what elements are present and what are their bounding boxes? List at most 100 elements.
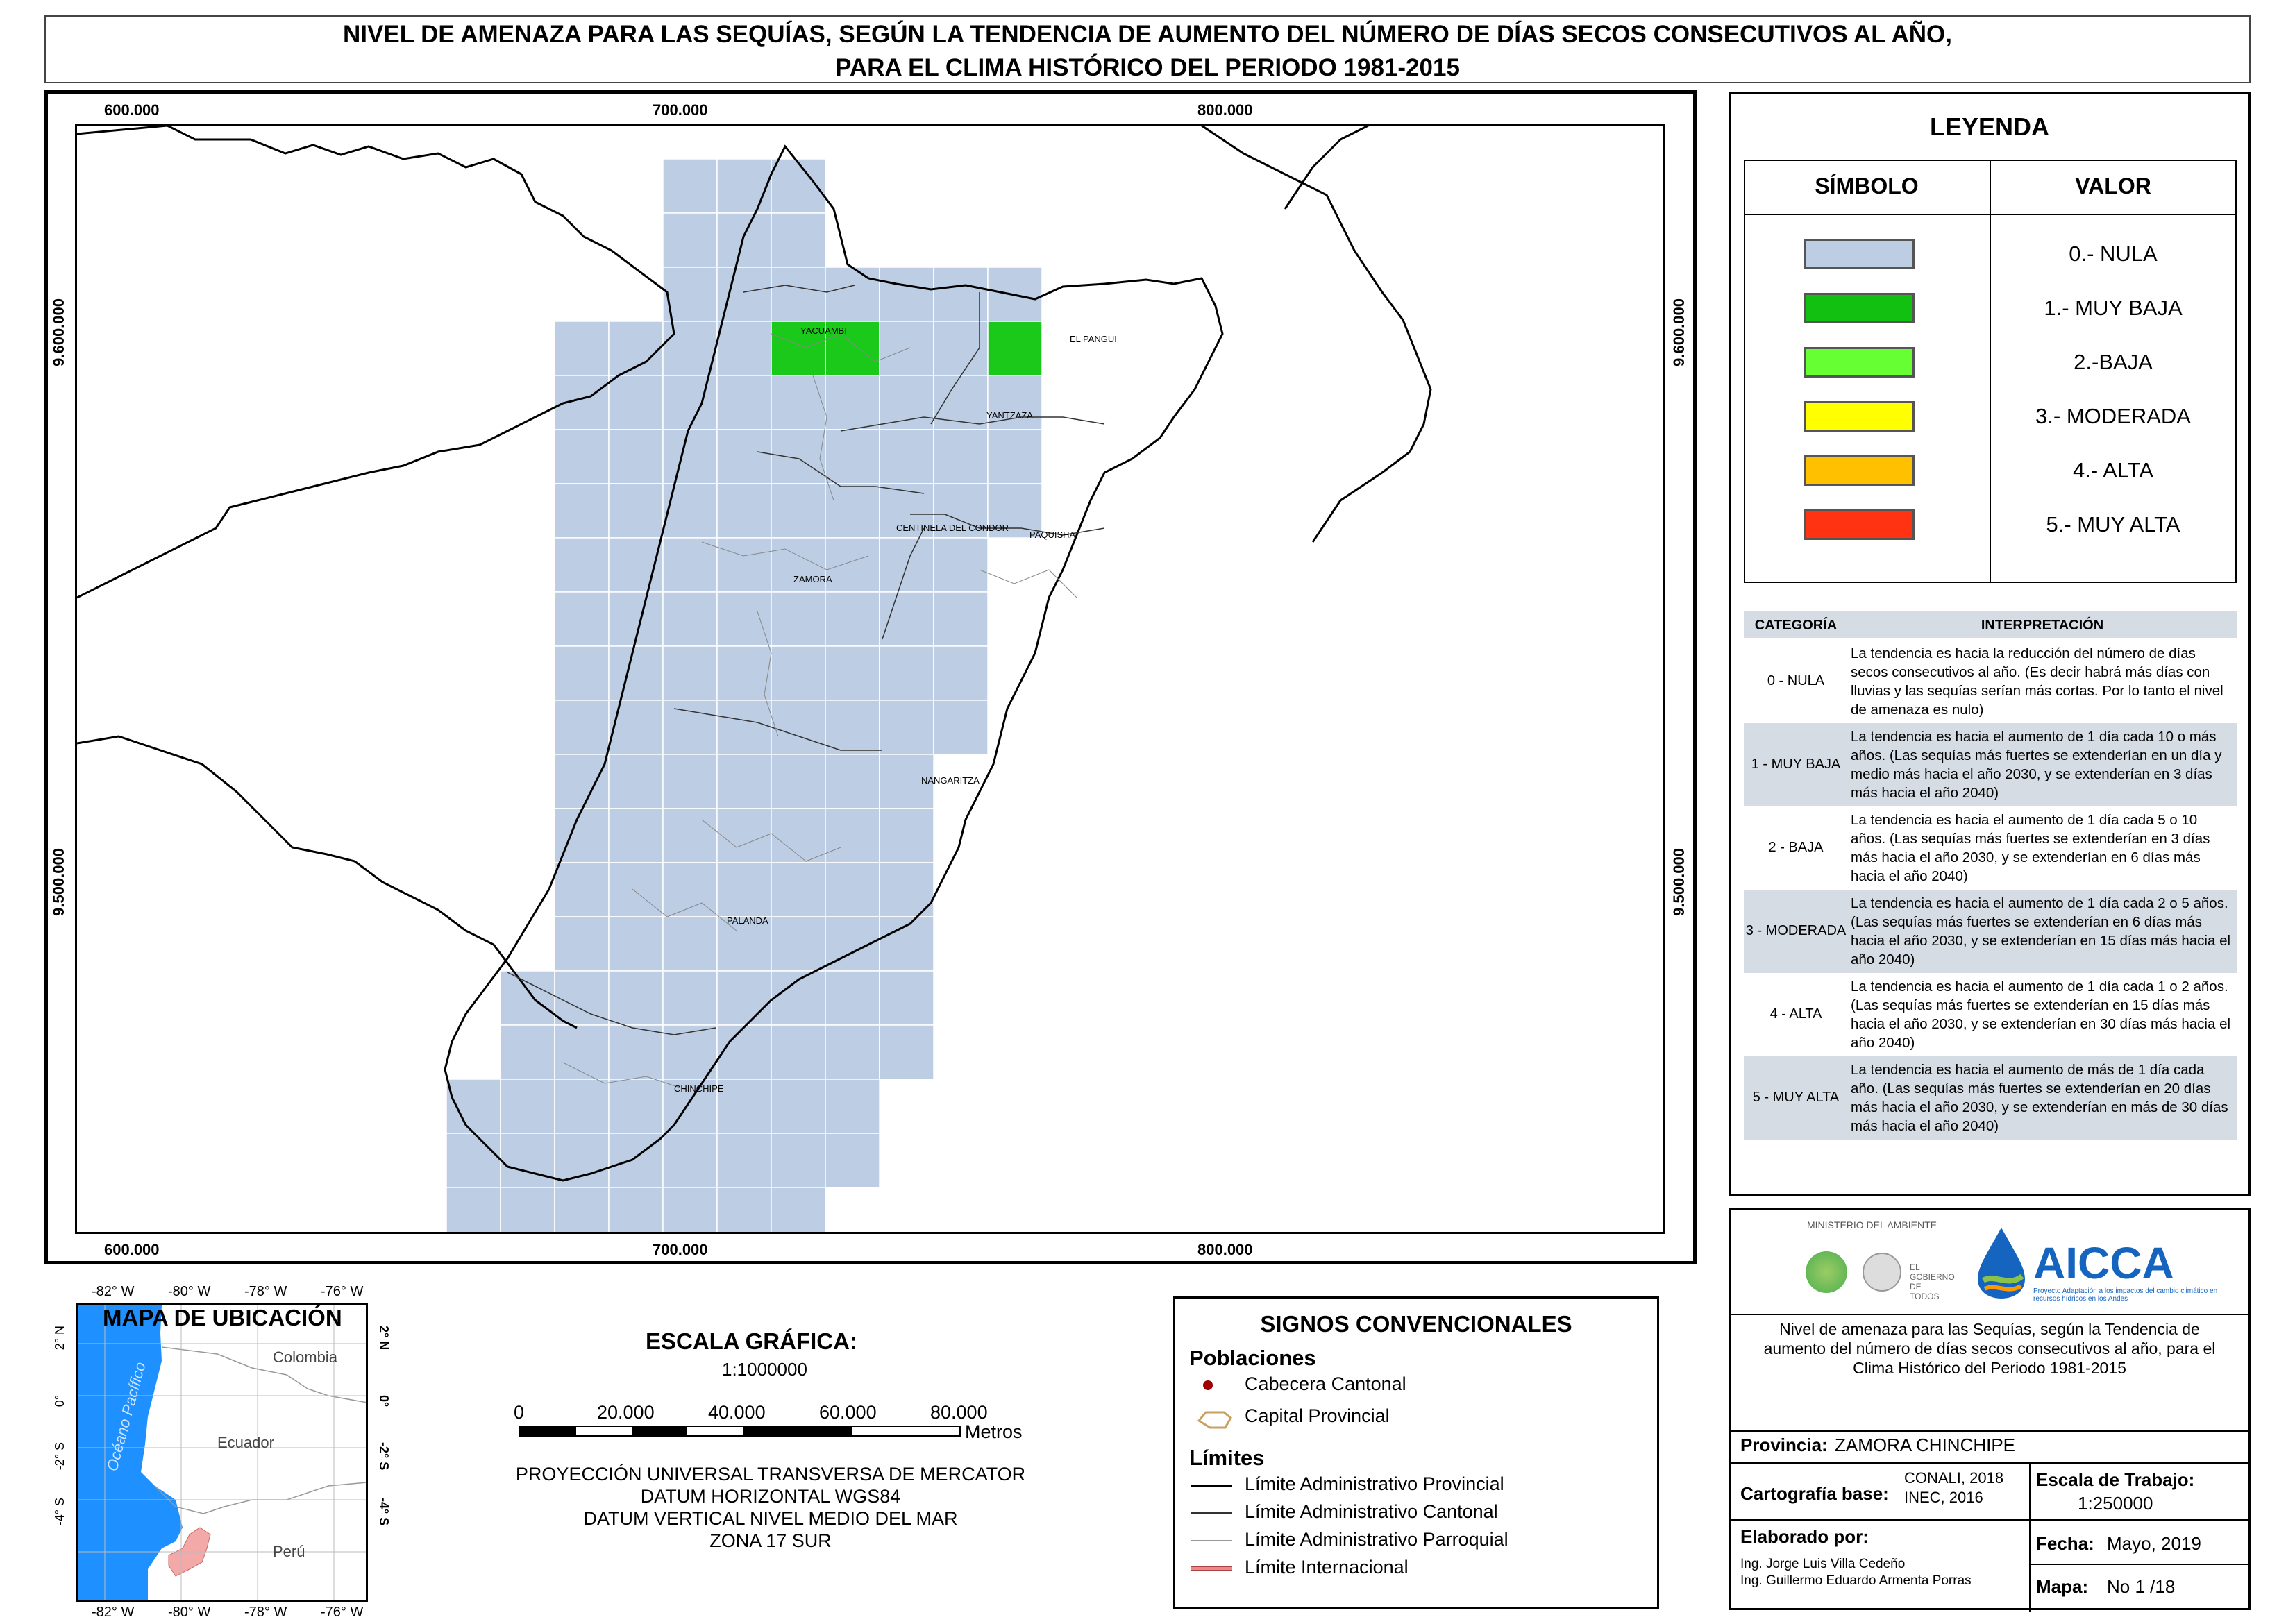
grid-cell-nula [825,1079,880,1134]
map-canvas[interactable]: YACUAMBI EL PANGUI YANTZAZA CENTINELA DE… [75,124,1665,1234]
grid-cell-nula [716,1079,772,1134]
info-divider-5 [2029,1564,2248,1565]
info-divider-4 [1731,1519,2248,1521]
grid-cell-nula [554,1187,610,1232]
grid-cell-nula [825,1133,880,1188]
grid-cell-nula [716,862,772,917]
grid-cell-nula [446,1187,501,1232]
grid-cell-nula [879,591,934,647]
loc-top-tick-4: -76° W [321,1284,364,1299]
grid-cell-nula [608,1024,664,1080]
interp-header-row: CATEGORÍA INTERPRETACIÓN [1744,611,2237,638]
country-ecuador: Ecuador [217,1434,274,1451]
scale-ratio: 1:1000000 [722,1359,807,1380]
legend-swatch-alta [1804,455,1915,486]
interp-row: 2 - BAJA La tendencia es hacia el aumento… [1744,806,2237,890]
label-chinchipe: CHINCHIPE [674,1083,724,1094]
grid-cell-nula [825,375,880,430]
autor-2: Ing. Guillermo Eduardo Armenta Porras [1740,1573,1972,1588]
ministry-label: MINISTERIO DEL AMBIENTE [1807,1219,1937,1230]
location-map-svg: Océano Pacífico Colombia Ecuador Perú [78,1305,366,1600]
grid-cell-nula [554,916,610,972]
grid-cell-nula [771,1187,826,1232]
scale-label-80000: 80.000 [930,1402,988,1423]
grid-cell-nula [662,375,718,430]
elaborado-label: Elaborado por: [1740,1526,1869,1547]
grid-cell-nula [771,591,826,647]
grid-cell-nula [500,1079,555,1134]
scale-title: ESCALA GRÁFICA: [646,1328,857,1354]
grid-cell-nula [933,429,989,484]
projection-line-2: DATUM HORIZONTAL WGS84 [640,1486,901,1507]
interp-row: 1 - MUY BAJA La tendencia es hacia el aum… [1744,723,2237,806]
internacional-line-icon [1191,1566,1232,1571]
interp-text: La tendencia es hacia el aumento de 1 dí… [1851,729,2222,801]
conventional-signs-panel: SIGNOS CONVENCIONALES Poblaciones Cabece… [1173,1296,1659,1609]
scale-bar [519,1426,961,1437]
loc-left-tick-3: -2° S [53,1442,67,1471]
interp-text: La tendencia es hacia el aumento de 1 dí… [1851,895,2231,967]
cantonal-line-icon [1191,1512,1232,1514]
legend-swatch-muy-baja [1804,293,1915,323]
info-panel: MINISTERIO DEL AMBIENTE EL GOBIERNO DE T… [1729,1208,2251,1612]
interp-category: 1 - MUY BAJA [1751,756,1841,772]
grid-cell-nula [825,483,880,539]
legend-swatch-baja [1804,347,1915,378]
grid-cell-nula [716,1024,772,1080]
grid-cell-nula [825,537,880,593]
grid-cell-nula [771,429,826,484]
grid-cell-nula [879,267,934,322]
aicca-logo-icon [1974,1225,2029,1305]
map-svg: YACUAMBI EL PANGUI YANTZAZA CENTINELA DE… [77,126,1432,1232]
x-tick-bottom-700: 700.000 [653,1241,708,1258]
info-divider-2 [1731,1430,2248,1432]
interp-row: 3 - MODERADA La tendencia es hacia el aum… [1744,890,2237,973]
grid-cell-nula [608,754,664,809]
scale-label-60000: 60.000 [819,1402,877,1423]
y-tick-right-9600000: 9.600.000 [1670,298,1688,366]
fecha-value: Mayo, 2019 [2107,1533,2201,1554]
aicca-subtitle: Proyecto Adaptación a los impactos del c… [2033,1287,2218,1303]
grid-cell-nula [716,645,772,701]
grid-cell-nula [825,267,880,322]
loc-right-tick-2: 0° [377,1395,391,1407]
signs-title: SIGNOS CONVENCIONALES [1260,1311,1572,1337]
interp-text: La tendencia es hacia el aumento de 1 dí… [1851,812,2210,884]
grid-cell-nula [716,321,772,376]
grid-cell-nula [825,429,880,484]
grid-cell-nula [662,212,718,268]
grid-cell-nula [500,1024,555,1080]
x-tick-top-700: 700.000 [653,101,708,119]
signs-limites: Límites [1189,1446,1265,1470]
grid-cell-nula [662,158,718,214]
x-tick-top-800: 800.000 [1197,101,1253,119]
border-ecuador-peru [154,1482,366,1514]
cabecera-dot-icon [1203,1380,1213,1390]
y-tick-right-9500000: 9.500.000 [1670,848,1688,916]
location-map-canvas[interactable]: Océano Pacífico Colombia Ecuador Perú [76,1303,368,1602]
grid-cell-nula [662,645,718,701]
grid-cell-nula [446,1133,501,1188]
grid-cell-nula [608,970,664,1026]
grid-cell-nula [662,591,718,647]
escala-label: Escala de Trabajo: [2036,1469,2195,1490]
interp-category: 3 - MODERADA [1745,923,1847,938]
interp-text: La tendencia es hacia el aumento de 1 dí… [1851,979,2231,1051]
scale-label-0: 0 [514,1402,525,1423]
loc-left-tick-1: 2° N [53,1326,67,1351]
grid-cell-nula [554,862,610,917]
grid-cell-nula [662,321,718,376]
country-peru: Perú [273,1543,305,1560]
grid-cell-nula [825,862,880,917]
legend-value-header: VALOR [2075,174,2151,198]
pacific-ocean [78,1305,183,1600]
grid-cell-nula [662,970,718,1026]
label-yantzaza: YANTZAZA [986,410,1033,421]
grid-cell-nula [608,375,664,430]
interp-category-header: CATEGORÍA [1754,618,1838,633]
grid-cell-nula [662,754,718,809]
grid-cell-nula [933,537,989,593]
grid-cell-nula [554,700,610,755]
grid-cell-nula [554,1079,610,1134]
grid-cell-nula [662,1187,718,1232]
